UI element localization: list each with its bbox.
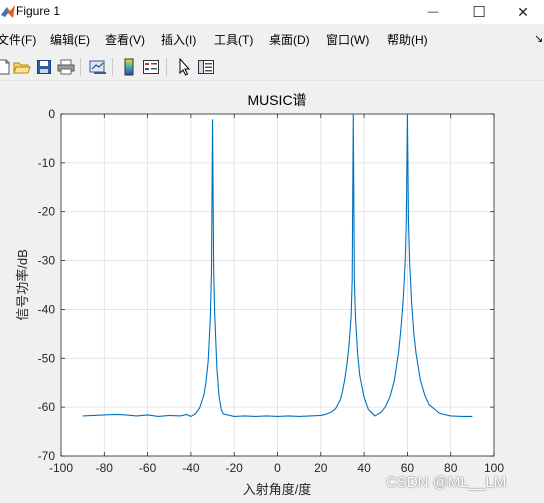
x-tick-label: 60 — [401, 461, 415, 475]
menu-help[interactable]: 帮助(H) — [387, 32, 428, 48]
window-title-bar: Figure 1 — ☐ ✕ — [0, 0, 544, 24]
open-file-icon — [13, 62, 31, 74]
insert-legend-button[interactable] — [141, 57, 161, 77]
toolbar-separator — [166, 58, 167, 76]
x-tick-label: 40 — [357, 461, 371, 475]
y-tick-label: 0 — [48, 107, 55, 121]
maximize-button[interactable]: ☐ — [456, 0, 502, 24]
open-file-button[interactable] — [12, 57, 32, 77]
save-button[interactable] — [34, 57, 54, 77]
link-plot-button[interactable] — [88, 57, 108, 77]
y-tick-label: -30 — [38, 254, 56, 268]
y-tick-label: -70 — [38, 449, 56, 463]
x-tick-label: 100 — [484, 461, 504, 475]
save-icon — [37, 60, 51, 74]
insert-colorbar-button[interactable] — [119, 57, 139, 77]
x-tick-label: -60 — [139, 461, 157, 475]
y-tick-label: -60 — [38, 400, 56, 414]
x-tick-label: -100 — [49, 461, 73, 475]
link-plot-icon — [89, 60, 106, 74]
x-tick-label: 0 — [274, 461, 281, 475]
figure-canvas: -100 -80 -60 -40 -20 0 20 40 60 80 100 0 -10 -20 -30 -… — [0, 82, 544, 503]
menu-tools[interactable]: 工具(T) — [214, 32, 253, 48]
x-tick-label: -40 — [182, 461, 200, 475]
y-tick-labels: 0 -10 -20 -30 -40 -50 -60 -70 — [38, 107, 56, 463]
toolbar-separator — [112, 58, 113, 76]
music-spectrum-chart[interactable]: -100 -80 -60 -40 -20 0 20 40 60 80 100 0 -10 -20 -30 -… — [0, 82, 544, 503]
toolbar-separator — [80, 58, 81, 76]
print-icon — [57, 59, 75, 75]
insert-colorbar-icon — [124, 58, 134, 76]
print-button[interactable] — [56, 57, 76, 77]
new-figure-icon — [0, 59, 10, 75]
property-inspector-button[interactable] — [196, 57, 216, 77]
minimize-icon: — — [427, 6, 439, 18]
maximize-icon: ☐ — [472, 4, 486, 21]
x-tick-labels: -100 -80 -60 -40 -20 0 20 40 60 80 100 — [49, 461, 504, 475]
x-axis-label: 入射角度/度 — [243, 482, 312, 497]
minimize-button[interactable]: — — [410, 0, 456, 24]
menu-window[interactable]: 窗口(W) — [326, 32, 369, 48]
menu-view[interactable]: 查看(V) — [105, 32, 145, 48]
figure-toolbar — [0, 55, 544, 81]
x-tick-label: -80 — [96, 461, 114, 475]
edit-plot-arrow-icon — [179, 58, 191, 76]
y-axis-label: 信号功率/dB — [15, 249, 30, 321]
edit-plot-button[interactable] — [174, 57, 194, 77]
menu-edit[interactable]: 编辑(E) — [50, 32, 90, 48]
chart-title: MUSIC谱 — [247, 92, 306, 108]
insert-legend-icon — [143, 60, 159, 74]
x-tick-label: 20 — [314, 461, 328, 475]
menu-overflow-icon[interactable]: ↘ — [534, 32, 543, 45]
property-inspector-icon — [198, 60, 214, 74]
menu-bar: 文件(F) 编辑(E) 查看(V) 插入(I) 工具(T) 桌面(D) 窗口(W… — [0, 29, 544, 51]
menu-desktop[interactable]: 桌面(D) — [269, 32, 310, 48]
y-tick-label: -20 — [38, 205, 56, 219]
matlab-logo-icon — [1, 5, 15, 18]
menu-file[interactable]: 文件(F) — [0, 32, 36, 48]
x-tick-label: -20 — [226, 461, 244, 475]
close-button[interactable]: ✕ — [500, 0, 544, 24]
close-icon: ✕ — [517, 3, 529, 20]
y-tick-label: -50 — [38, 351, 56, 365]
x-tick-label: 80 — [444, 461, 458, 475]
window-title: Figure 1 — [16, 4, 61, 18]
y-tick-label: -10 — [38, 156, 56, 170]
watermark: CSDN @ML__LM — [386, 474, 507, 491]
y-tick-label: -40 — [38, 302, 56, 316]
menu-insert[interactable]: 插入(I) — [161, 32, 196, 48]
